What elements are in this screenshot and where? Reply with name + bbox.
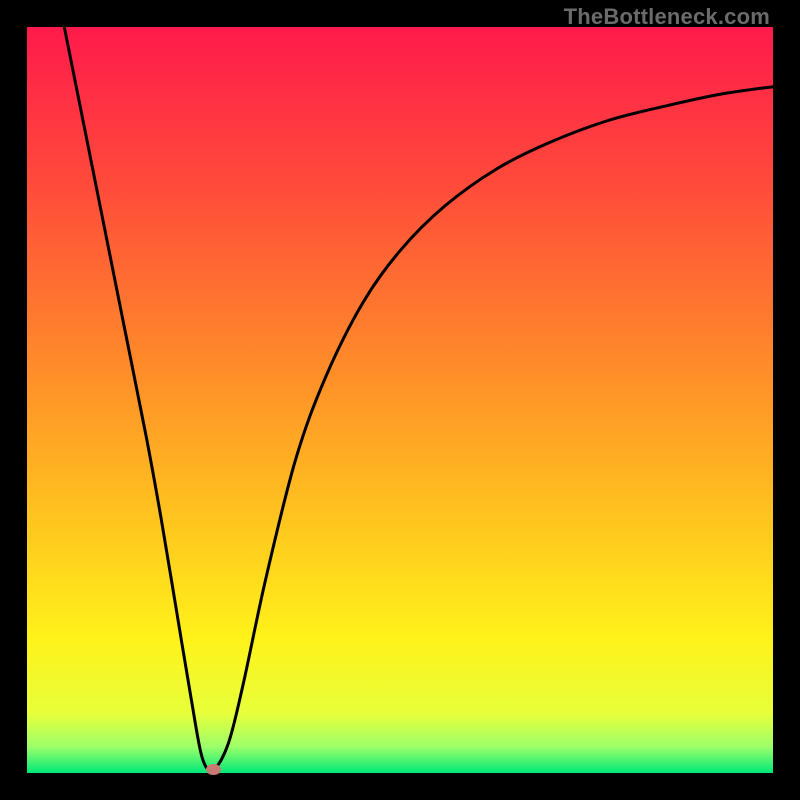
chart-frame bbox=[27, 27, 773, 773]
bottleneck-curve bbox=[64, 27, 773, 770]
chart-curve-layer bbox=[27, 27, 773, 773]
optimal-point-marker bbox=[206, 764, 221, 775]
